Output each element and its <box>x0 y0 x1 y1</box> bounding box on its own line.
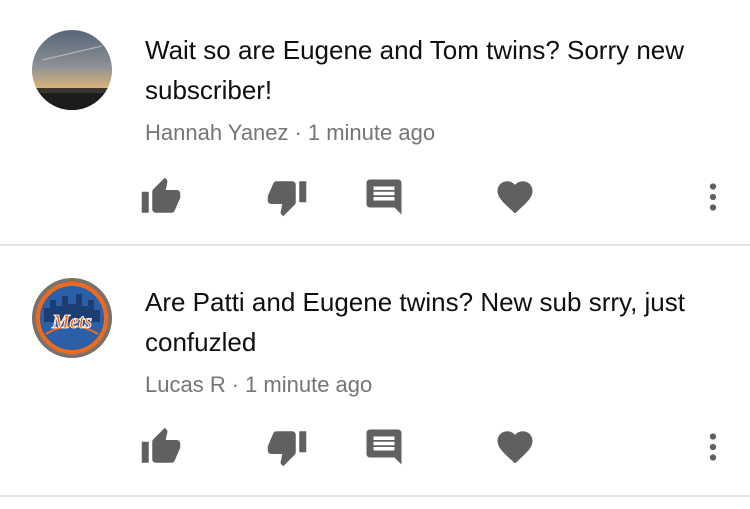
avatar[interactable] <box>32 30 112 110</box>
meta-separator: · <box>294 120 302 145</box>
thumbs-down-icon <box>267 181 307 217</box>
more-options-button[interactable] <box>692 176 734 218</box>
more-vert-icon <box>709 433 717 461</box>
comment-body: Are Patti and Eugene twins? New sub srry… <box>145 282 735 400</box>
reply-icon <box>366 179 402 215</box>
meta-separator: · <box>231 372 240 397</box>
mets-logo-text: Mets <box>51 311 92 333</box>
comment-body: Wait so are Eugene and Tom twins? Sorry … <box>145 30 735 148</box>
comment-text: Are Patti and Eugene twins? New sub srry… <box>145 287 685 357</box>
comment-text: Wait so are Eugene and Tom twins? Sorry … <box>145 35 685 105</box>
author-name[interactable]: Hannah Yanez <box>145 120 289 145</box>
author-name[interactable]: Lucas R <box>145 372 226 397</box>
dislike-button[interactable] <box>266 426 308 468</box>
avatar[interactable]: Mets <box>32 278 112 358</box>
reply-button[interactable] <box>363 426 405 468</box>
reply-icon <box>366 429 402 465</box>
comment-meta: Hannah Yanez · 1 minute ago <box>145 118 735 148</box>
comment-actions <box>0 176 750 218</box>
divider <box>0 495 750 497</box>
thumbs-down-icon <box>267 431 307 467</box>
more-options-button[interactable] <box>692 426 734 468</box>
reply-button[interactable] <box>363 176 405 218</box>
comment-timestamp: 1 minute ago <box>307 120 436 145</box>
more-vert-icon <box>709 183 717 211</box>
thumbs-up-icon <box>141 177 181 213</box>
heart-icon <box>497 181 533 214</box>
like-button[interactable] <box>140 176 182 218</box>
sunset-photo-avatar <box>32 30 112 110</box>
mets-logo-avatar: Mets <box>32 278 112 358</box>
comment-timestamp: 1 minute ago <box>245 372 373 397</box>
comment-item: Wait so are Eugene and Tom twins? Sorry … <box>0 0 750 246</box>
like-button[interactable] <box>140 426 182 468</box>
heart-button[interactable] <box>494 426 536 468</box>
dislike-button[interactable] <box>266 176 308 218</box>
thumbs-up-icon <box>141 427 181 463</box>
heart-button[interactable] <box>494 176 536 218</box>
comment-meta: Lucas R · 1 minute ago <box>145 370 735 400</box>
comment-actions <box>0 426 750 468</box>
heart-icon <box>497 431 533 464</box>
comment-item: Mets Are Patti and Eugene twins? New sub… <box>0 246 750 497</box>
